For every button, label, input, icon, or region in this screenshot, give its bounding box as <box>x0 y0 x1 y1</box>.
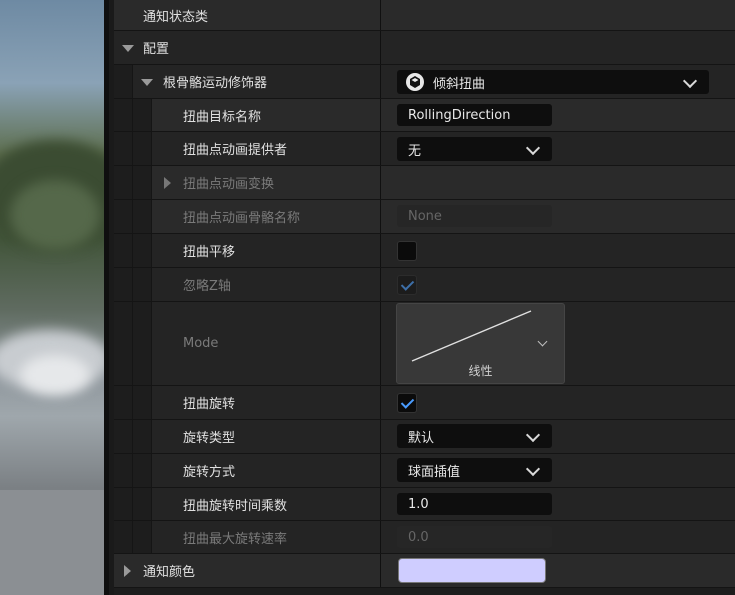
checkmark-icon <box>400 395 415 409</box>
ignore-z-axis-checkbox <box>397 275 417 295</box>
warp-rotation-time-multiplier-input[interactable]: 1.0 <box>397 493 552 515</box>
warp-point-anim-bone-name-label: 扭曲点动画骨骼名称 <box>183 211 301 226</box>
chevron-down-icon <box>682 73 698 89</box>
root-motion-modifier-dropdown[interactable]: 倾斜扭曲 <box>397 70 709 94</box>
chevron-down-icon <box>525 461 541 477</box>
row-warp-point-anim-transform: 扭曲点动画变换 <box>114 166 735 200</box>
rotation-type-value: 默认 <box>408 430 435 446</box>
category-config[interactable]: 配置 <box>114 31 735 65</box>
notify-color-swatch[interactable] <box>398 558 546 583</box>
row-warp-max-rotation-speed: 扭曲最大旋转速率 0.0 <box>114 521 735 554</box>
warp-rotation-label: 扭曲旋转 <box>183 397 236 412</box>
caret-down-icon[interactable] <box>141 79 153 86</box>
row-notify-color: 通知颜色 <box>114 554 735 588</box>
mode-label: Mode <box>183 336 219 351</box>
warp-point-anim-provider-label: 扭曲点动画提供者 <box>183 143 288 158</box>
row-rotation-method: 旋转方式 球面插值 <box>114 454 735 488</box>
row-warp-target-name: 扭曲目标名称 RollingDirection <box>114 99 735 132</box>
row-warp-rotation-time-multiplier: 扭曲旋转时间乘数 1.0 <box>114 488 735 521</box>
row-warp-translation: 扭曲平移 <box>114 234 735 268</box>
mode-value: 线性 <box>468 364 493 378</box>
rotation-method-value: 球面插值 <box>408 464 461 480</box>
notify-state-class-label: 通知状态类 <box>143 9 209 25</box>
viewport-preview <box>0 0 104 595</box>
caret-right-icon[interactable] <box>124 565 131 577</box>
warp-translation-label: 扭曲平移 <box>183 245 236 260</box>
warp-max-rotation-speed-label: 扭曲最大旋转速率 <box>183 531 288 547</box>
root-motion-modifier-label: 根骨骼运动修饰器 <box>163 76 268 91</box>
row-ignore-z-axis: 忽略Z轴 <box>114 268 735 302</box>
warp-point-anim-transform-label: 扭曲点动画变换 <box>183 177 275 192</box>
warp-target-name-label: 扭曲目标名称 <box>183 109 262 125</box>
warp-target-name-input[interactable]: RollingDirection <box>397 104 552 126</box>
chevron-down-icon <box>525 140 541 156</box>
modifier-class-icon <box>406 73 424 91</box>
row-rotation-type: 旋转类型 默认 <box>114 420 735 454</box>
row-mode: Mode 线性 <box>114 302 735 386</box>
chevron-down-icon <box>525 427 541 443</box>
ignore-z-axis-label: 忽略Z轴 <box>183 279 231 294</box>
caret-right-icon[interactable] <box>164 177 171 189</box>
panel-bottom <box>114 588 735 595</box>
warp-point-anim-provider-value: 无 <box>408 143 422 159</box>
row-root-motion-modifier: 根骨骼运动修饰器 倾斜扭曲 <box>114 65 735 99</box>
warp-rotation-checkbox[interactable] <box>397 393 417 413</box>
mode-curve-selector[interactable]: 线性 <box>396 303 565 384</box>
rotation-type-label: 旋转类型 <box>183 431 236 446</box>
caret-down-icon[interactable] <box>122 45 134 52</box>
warp-rotation-time-multiplier-label: 扭曲旋转时间乘数 <box>183 498 288 514</box>
warp-max-rotation-speed-input: 0.0 <box>397 526 552 548</box>
rotation-method-dropdown[interactable]: 球面插值 <box>397 458 552 482</box>
details-panel: 通知状态类 配置 根骨骼运动修饰器 倾斜扭曲 扭曲目标名称 RollingDir… <box>104 0 735 595</box>
checkmark-icon <box>400 277 415 291</box>
rotation-type-dropdown[interactable]: 默认 <box>397 424 552 448</box>
row-warp-rotation: 扭曲旋转 <box>114 386 735 420</box>
warp-translation-checkbox[interactable] <box>397 241 417 261</box>
row-warp-point-anim-bone-name: 扭曲点动画骨骼名称 None <box>114 200 735 234</box>
row-warp-point-anim-provider: 扭曲点动画提供者 无 <box>114 132 735 166</box>
root-motion-modifier-value: 倾斜扭曲 <box>433 76 486 92</box>
notify-color-label: 通知颜色 <box>143 565 196 580</box>
rotation-method-label: 旋转方式 <box>183 465 236 480</box>
config-label: 配置 <box>143 42 170 57</box>
row-notify-state-class: 通知状态类 <box>114 0 735 31</box>
warp-point-anim-bone-name-input: None <box>397 205 552 227</box>
warp-point-anim-provider-dropdown[interactable]: 无 <box>397 137 552 161</box>
